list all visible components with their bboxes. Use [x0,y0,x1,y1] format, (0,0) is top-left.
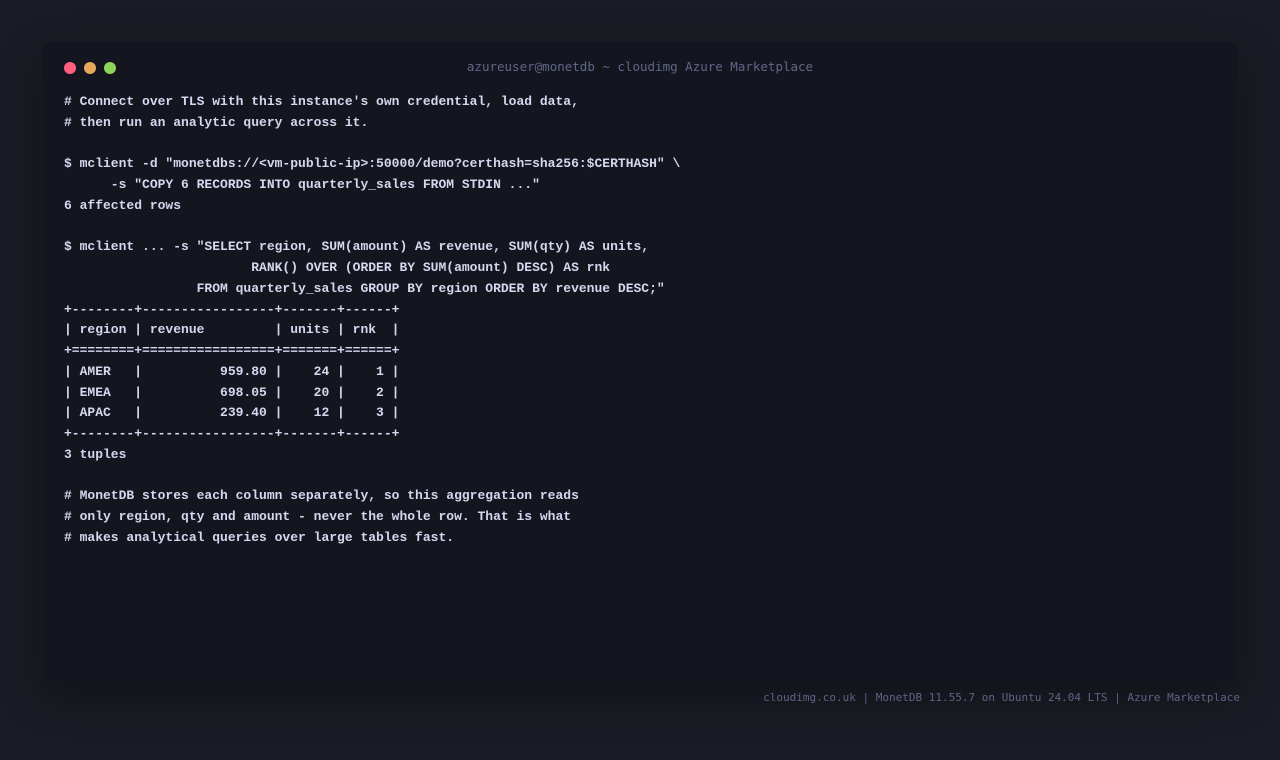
title-bar: azureuser@monetdb ~ cloudimg Azure Marke… [42,42,1238,94]
terminal-line: # makes analytical queries over large ta… [64,529,455,545]
terminal-line: +========+=================+=======+====… [64,343,400,358]
terminal-line: | APAC | 239.40 | 12 | 3 | [64,405,400,421]
terminal-line: $ mclient ... -s "SELECT region, SUM(amo… [64,239,650,255]
terminal-line: 6 affected rows [64,197,182,213]
terminal-line: # only region, qty and amount - never th… [64,509,572,524]
terminal-line: +--------+-----------------+-------+----… [64,426,400,441]
terminal-line: # Connect over TLS with this instance's … [64,94,579,109]
terminal-line: 3 tuples [64,446,127,462]
terminal-line: | AMER | 959.80 | 24 | 1 | [64,363,400,379]
terminal-line: | region | revenue | units | rnk | [64,322,400,338]
terminal-line: FROM quarterly_sales GROUP BY region ORD… [64,280,665,296]
terminal-output[interactable]: # Connect over TLS with this instance's … [64,92,680,549]
footer-caption: cloudimg.co.uk | MonetDB 11.55.7 on Ubun… [763,691,1240,704]
terminal-line: | EMEA | 698.05 | 20 | 2 | [64,384,400,400]
terminal-line: +--------+-----------------+-------+----… [64,301,400,317]
terminal-window: azureuser@monetdb ~ cloudimg Azure Marke… [42,42,1238,682]
terminal-line: $ mclient -d "monetdbs://<vm-public-ip>:… [64,156,681,172]
window-title: azureuser@monetdb ~ cloudimg Azure Marke… [466,59,814,74]
terminal-line: # MonetDB stores each column separately,… [64,488,579,504]
terminal-line: RANK() OVER (ORDER BY SUM(amount) DESC) … [64,260,611,275]
terminal-line: # then run an analytic query across it. [64,114,369,130]
terminal-line: -s "COPY 6 RECORDS INTO quarterly_sales … [64,177,540,192]
